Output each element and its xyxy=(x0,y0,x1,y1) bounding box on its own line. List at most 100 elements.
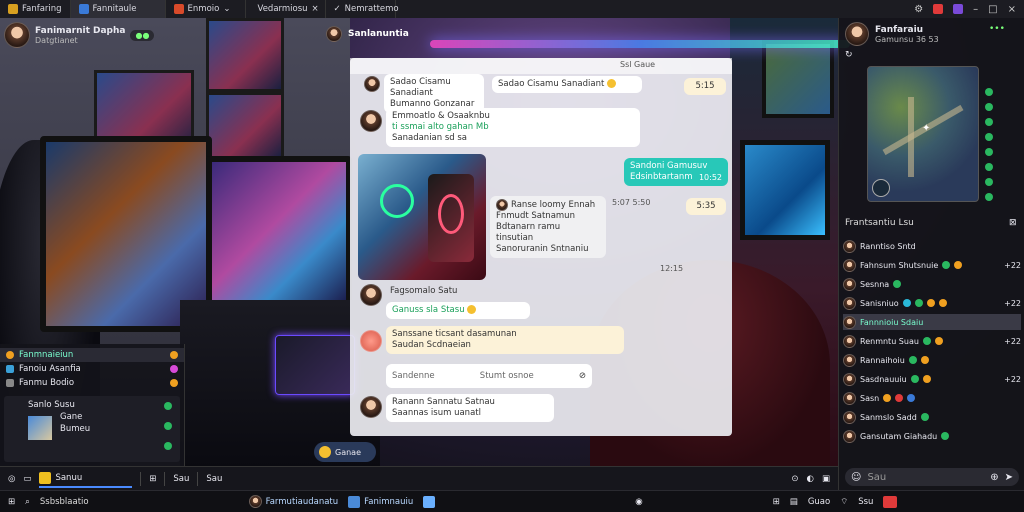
tray-item[interactable]: Guao xyxy=(808,497,830,507)
user-row[interactable]: Sanisniuo +22 xyxy=(843,295,1021,311)
message-text: Sanadanian sd sa xyxy=(392,133,468,143)
avatar[interactable] xyxy=(360,330,382,352)
tab[interactable]: Vedarmiosu × xyxy=(246,0,326,18)
tool-icon[interactable] xyxy=(985,88,993,96)
status-icon xyxy=(920,356,929,364)
outgoing-bubble[interactable]: Sandoni Gamusuv Edsinbtartanm 10:52 xyxy=(624,158,728,186)
user-row[interactable]: Fahnsum Shutsnuie +22 xyxy=(843,257,1021,273)
pc-fan xyxy=(380,184,414,218)
active-app[interactable]: Sanuu xyxy=(39,470,133,488)
avatar[interactable] xyxy=(4,22,30,48)
close-icon[interactable]: × xyxy=(1008,4,1016,15)
close-icon[interactable]: × xyxy=(312,4,319,14)
list-item-label: Fanoiu Asanfia xyxy=(19,364,81,374)
user-row[interactable]: Rannaihoiu xyxy=(843,352,1021,368)
link-icon[interactable]: ⊘ xyxy=(579,371,586,382)
wifi-icon[interactable]: ⌔ xyxy=(840,497,848,507)
user-row[interactable]: Sasn xyxy=(843,390,1021,406)
notification-icon[interactable] xyxy=(933,4,944,14)
sidebar-input[interactable]: ☺ Sau ⊕ ➤ xyxy=(845,468,1019,486)
tool-icon[interactable] xyxy=(985,163,993,171)
tool-icon[interactable] xyxy=(985,103,993,111)
badge-icon xyxy=(170,365,178,373)
avatar[interactable] xyxy=(364,76,380,92)
avatar xyxy=(843,429,856,443)
tool-icon[interactable] xyxy=(985,133,993,141)
taskbar-app[interactable]: Farmutiaudanatu xyxy=(248,495,338,508)
emoji-icon[interactable]: ☺ xyxy=(851,472,861,483)
app-icon xyxy=(78,4,89,14)
chat-icon[interactable]: ◉ xyxy=(635,497,642,507)
send-icon[interactable]: ➤ xyxy=(1005,472,1013,483)
user-row[interactable]: Sanmslo Sadd xyxy=(843,409,1021,425)
taskbar-app[interactable]: Fanimnauiu xyxy=(348,495,413,508)
sidebar-username: Fanfaraiu xyxy=(875,24,924,35)
message-bubble[interactable]: Ranse loomy Ennah Fnmudt Satnamun Bdtana… xyxy=(490,196,606,258)
user-row[interactable]: Sesnna xyxy=(843,276,1021,292)
tab[interactable]: ✓ Nemrattemo xyxy=(326,0,399,18)
minimap[interactable]: ✦ xyxy=(867,66,979,202)
map-zoom-icon[interactable] xyxy=(872,179,890,197)
user-row[interactable]: Renmntu Suau +22 xyxy=(843,333,1021,349)
avatar[interactable] xyxy=(360,396,382,418)
list-item[interactable]: Fanmu Bodio xyxy=(0,376,184,390)
grid-icon[interactable]: ⊞ xyxy=(773,497,780,507)
avatar xyxy=(843,277,856,291)
pc-fan xyxy=(438,194,464,234)
tool-icon[interactable] xyxy=(985,193,993,201)
settings-icon[interactable]: ⚙ xyxy=(914,4,923,15)
tab[interactable]: Enmoio ⌄ xyxy=(166,0,246,18)
notification-icon[interactable] xyxy=(883,495,898,508)
chat-icon[interactable]: ▭ xyxy=(23,474,31,484)
message-bubble[interactable]: Ganuss sla Stasu xyxy=(386,302,530,319)
user-row[interactable]: Ranntiso Sntd xyxy=(843,238,1021,254)
avatar[interactable] xyxy=(845,22,869,46)
floating-chip[interactable]: Ganae xyxy=(314,442,376,462)
status-icon xyxy=(895,394,904,402)
user-row[interactable]: Sasdnauuiu +22 xyxy=(843,371,1021,387)
message-bubble[interactable]: Ranann Sannatu Satnau Saannas isum uanat… xyxy=(386,394,554,422)
taskbar-search[interactable]: Ssbsblaatio xyxy=(40,497,89,507)
sound-icon[interactable]: ◐ xyxy=(807,474,814,484)
settings-icon[interactable]: ⊙ xyxy=(791,474,798,484)
search-icon[interactable]: ⌕ xyxy=(25,497,30,507)
list-item[interactable]: Fanoiu Asanfia xyxy=(0,362,184,376)
user-row-selected[interactable]: Fannnioiu Sdaiu xyxy=(843,314,1021,330)
gamebar-item[interactable]: Sau xyxy=(173,474,189,484)
grid-icon[interactable]: ⊞ xyxy=(149,474,156,484)
preview-card[interactable]: Sanlo Susu Gane Bumeu xyxy=(4,396,180,462)
minimize-icon[interactable]: – xyxy=(973,4,978,15)
chevron-down-icon[interactable]: ⌄ xyxy=(223,4,230,14)
more-icon[interactable]: ••• xyxy=(989,24,1005,34)
attach-icon[interactable]: ⊕ xyxy=(990,472,998,483)
tool-icon[interactable] xyxy=(985,148,993,156)
tray-item[interactable]: Ssu xyxy=(858,497,873,507)
network-icon[interactable]: ▤ xyxy=(790,497,798,507)
message-bubble[interactable]: Sadao Cisamu Sanadiant xyxy=(492,76,642,93)
message-bubble[interactable]: Emmoatlo & Osaaknbu ti ssmai alto gahan … xyxy=(386,108,640,147)
gamebar-item[interactable]: Sau xyxy=(206,474,222,484)
badge-icon xyxy=(164,422,172,430)
file-icon[interactable] xyxy=(423,495,436,508)
avatar[interactable] xyxy=(326,26,342,42)
user-row[interactable]: Gansutam Giahadu xyxy=(843,428,1021,444)
maximize-icon[interactable]: □ xyxy=(988,4,997,15)
close-icon[interactable]: ⊠ xyxy=(1009,218,1017,228)
extension-icon[interactable] xyxy=(953,4,964,14)
avatar xyxy=(843,410,856,424)
refresh-icon[interactable]: ↻ xyxy=(845,50,853,60)
avatar[interactable] xyxy=(360,110,382,132)
tool-icon[interactable] xyxy=(985,118,993,126)
tool-icon[interactable] xyxy=(985,178,993,186)
start-icon[interactable]: ⊞ xyxy=(8,497,15,507)
avatar[interactable] xyxy=(360,284,382,306)
list-item[interactable]: Fanmnaieiun xyxy=(0,348,184,362)
taskbar: ⊞ ⌕ Ssbsblaatio Farmutiaudanatu Fanimnau… xyxy=(0,490,1024,512)
tab[interactable]: Fanfaring xyxy=(0,0,71,18)
reply-input[interactable]: Sandenne Stumt osnoe ⊘ xyxy=(386,364,592,388)
video-icon[interactable]: ▣ xyxy=(822,474,830,484)
discord-icon[interactable]: ◎ xyxy=(8,474,15,484)
shared-image[interactable] xyxy=(358,154,486,280)
tab[interactable]: Fannitaule xyxy=(70,0,166,18)
message-bubble[interactable]: Sanssane ticsant dasamunan Saudan Scdnae… xyxy=(386,326,624,354)
